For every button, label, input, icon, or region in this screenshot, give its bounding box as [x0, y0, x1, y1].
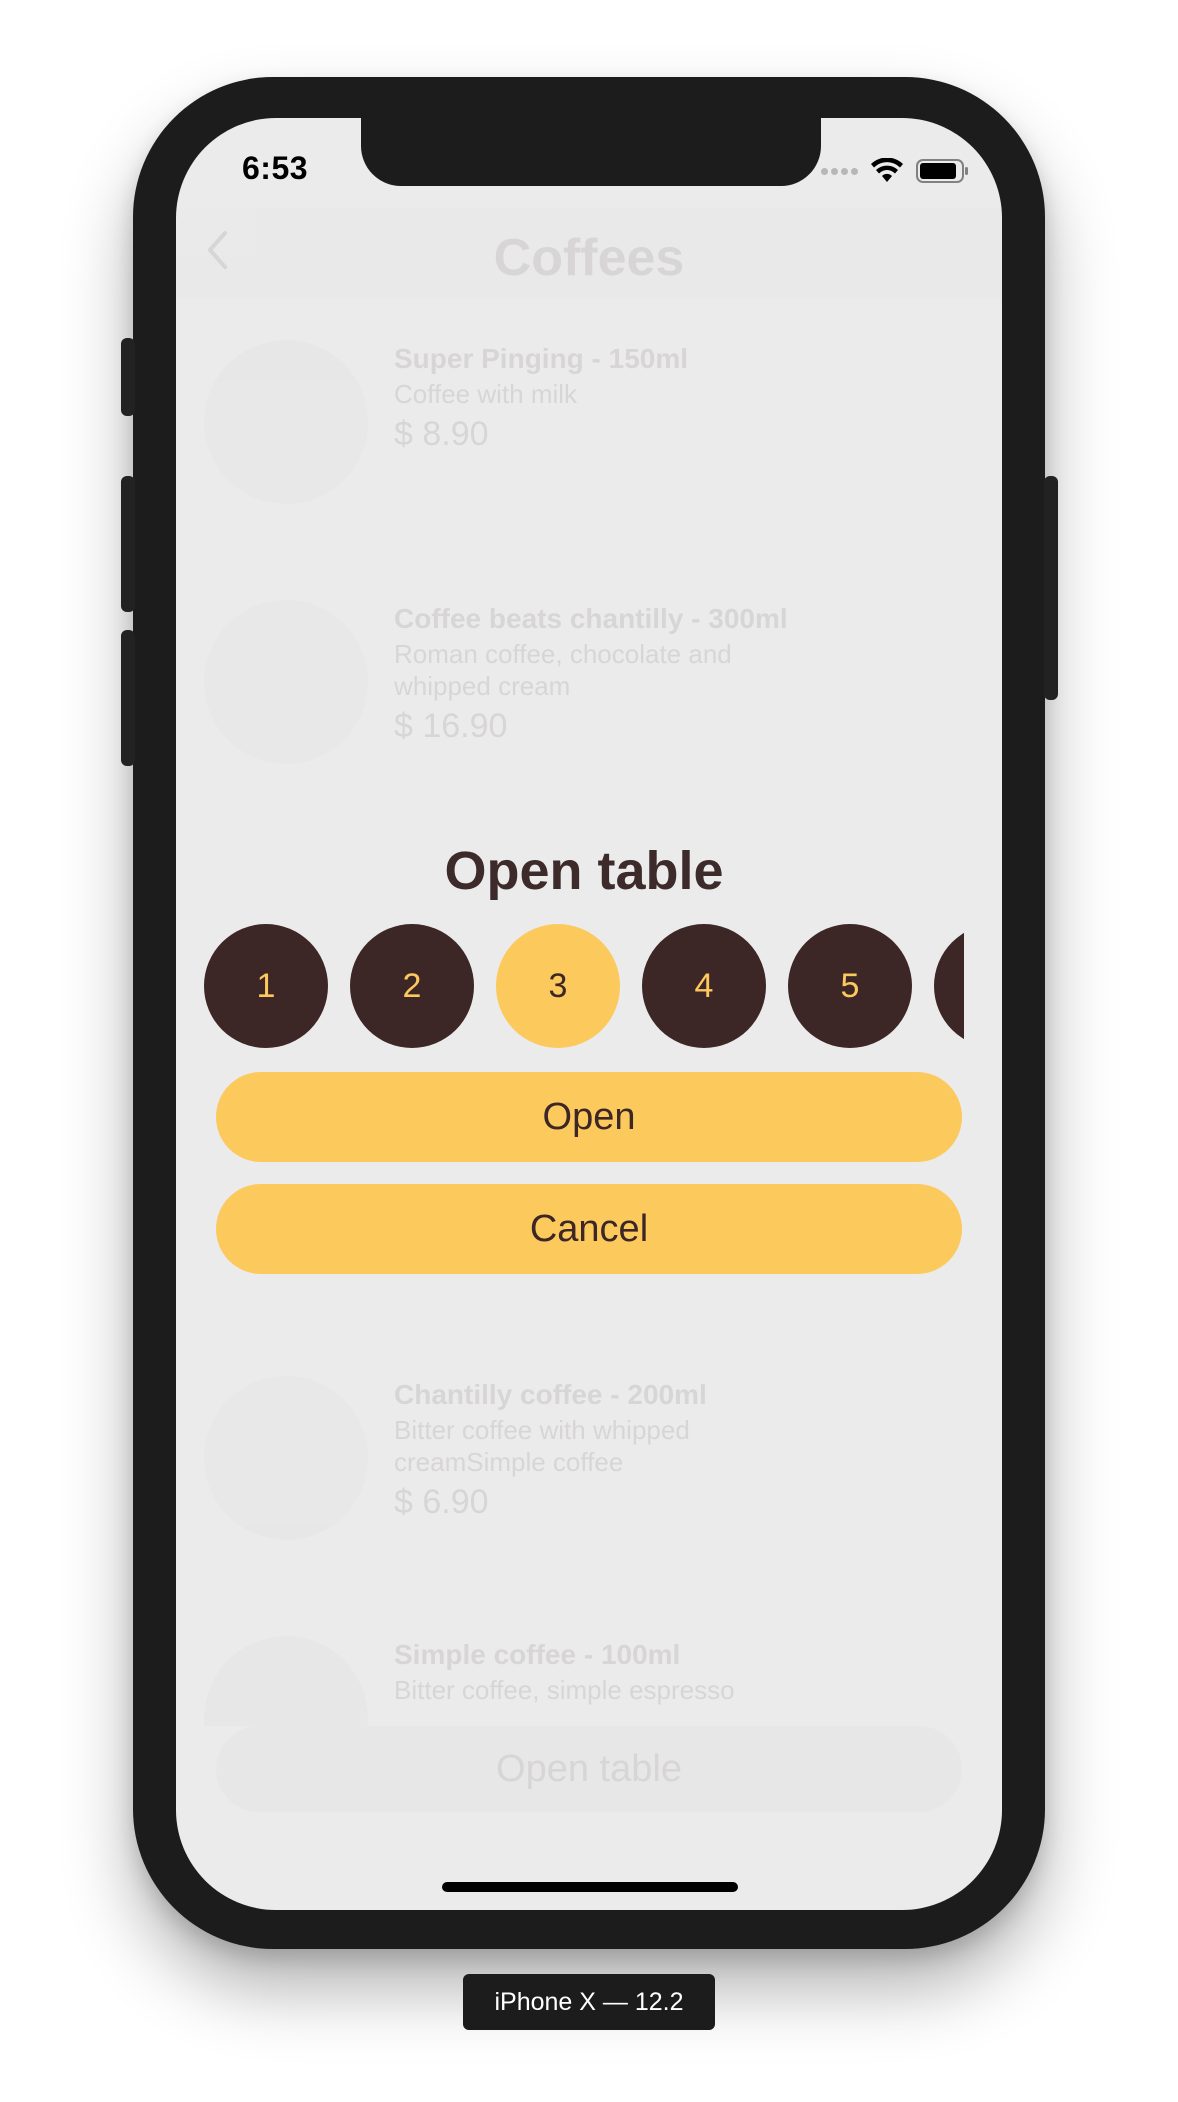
table-option[interactable]: 1: [204, 924, 328, 1048]
coffee-price: $ 16.90: [394, 707, 508, 745]
coffee-info: Simple coffee - 100ml Bitter coffee, sim…: [394, 1636, 794, 1706]
coffee-price: $ 8.90: [394, 415, 489, 453]
table-option[interactable]: 2: [350, 924, 474, 1048]
volume-down-button: [121, 630, 135, 766]
coffee-description: Roman coffee, chocolate and whipped crea…: [394, 639, 732, 701]
power-button: [1044, 476, 1058, 700]
coffee-thumbnail: [204, 1636, 368, 1726]
mute-switch: [121, 338, 135, 416]
coffee-thumbnail: [204, 1376, 368, 1540]
table-option[interactable]: 4: [642, 924, 766, 1048]
home-indicator[interactable]: [442, 1882, 738, 1892]
coffee-thumbnail: [204, 340, 368, 504]
volume-up-button: [121, 476, 135, 612]
coffee-list-item[interactable]: Simple coffee - 100ml Bitter coffee, sim…: [204, 1636, 964, 1726]
device-notch: [361, 118, 821, 186]
simulator-device-label: iPhone X — 12.2: [463, 1974, 715, 2030]
coffee-name: Super Pinging - 150ml: [394, 343, 689, 374]
coffee-description: Bitter coffee, simple espresso: [394, 1675, 735, 1705]
battery-icon: [916, 159, 968, 183]
table-number-picker[interactable]: 1 2 3 4 5 6: [204, 924, 964, 1050]
coffee-name: Simple coffee - 100ml: [394, 1639, 681, 1670]
simulator-stage: 6:53 Coffees Super Pinging - 150ml Coffe…: [0, 0, 1178, 2102]
coffee-description: Coffee with milk: [394, 379, 578, 409]
table-option-selected[interactable]: 3: [496, 924, 620, 1048]
cellular-signal-icon: [821, 167, 858, 175]
coffee-thumbnail: [204, 600, 368, 764]
coffee-info: Super Pinging - 150ml Coffee with milk $…: [394, 340, 794, 458]
table-option[interactable]: 5: [788, 924, 912, 1048]
coffee-list-item[interactable]: Chantilly coffee - 200ml Bitter coffee w…: [204, 1376, 964, 1576]
device-screen: 6:53 Coffees Super Pinging - 150ml Coffe…: [176, 118, 1002, 1910]
wifi-icon: [871, 158, 903, 182]
nav-title: Coffees: [493, 229, 685, 287]
status-time: 6:53: [242, 150, 309, 186]
coffee-description: Bitter coffee with whipped creamSimple c…: [394, 1415, 690, 1477]
coffee-price: $ 6.90: [394, 1483, 489, 1521]
navigation-bar: Coffees: [176, 208, 1002, 298]
open-button[interactable]: Open: [216, 1072, 962, 1162]
cancel-button[interactable]: Cancel: [216, 1184, 962, 1274]
coffee-list-item[interactable]: Super Pinging - 150ml Coffee with milk $…: [204, 340, 964, 540]
open-table-button[interactable]: Open table: [216, 1726, 962, 1812]
coffee-list-item[interactable]: Coffee beats chantilly - 300ml Roman cof…: [204, 600, 964, 800]
coffee-info: Chantilly coffee - 200ml Bitter coffee w…: [394, 1376, 794, 1526]
status-icons: [821, 158, 970, 184]
table-option[interactable]: 6: [934, 924, 964, 1048]
dialog-title: Open table: [444, 841, 724, 901]
coffee-name: Coffee beats chantilly - 300ml: [394, 603, 788, 634]
open-table-dialog: Open table 1 2 3 4 5 6 Open Cancel: [204, 828, 964, 1388]
coffee-info: Coffee beats chantilly - 300ml Roman cof…: [394, 600, 794, 750]
